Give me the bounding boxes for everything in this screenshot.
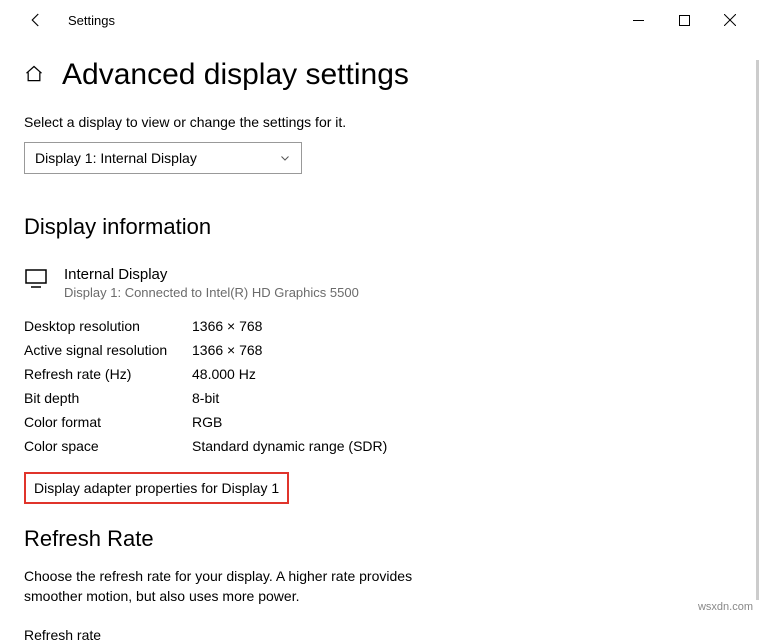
prop-row: Color formatRGB <box>24 414 737 430</box>
display-info-heading: Display information <box>24 214 737 240</box>
display-subtitle: Display 1: Connected to Intel(R) HD Grap… <box>64 285 359 300</box>
adapter-properties-link[interactable]: Display adapter properties for Display 1 <box>34 480 279 496</box>
prop-row: Bit depth8-bit <box>24 390 737 406</box>
close-icon <box>724 14 736 26</box>
selector-instruction: Select a display to view or change the s… <box>24 114 737 130</box>
prop-row: Color spaceStandard dynamic range (SDR) <box>24 438 737 454</box>
prop-label: Refresh rate (Hz) <box>24 366 192 382</box>
prop-row: Refresh rate (Hz)48.000 Hz <box>24 366 737 382</box>
close-button[interactable] <box>707 4 753 36</box>
display-selector-dropdown[interactable]: Display 1: Internal Display <box>24 142 302 174</box>
prop-label: Desktop resolution <box>24 318 192 334</box>
home-icon <box>24 64 44 84</box>
window-controls <box>615 4 753 36</box>
refresh-rate-description: Choose the refresh rate for your display… <box>24 566 454 607</box>
page-title: Advanced display settings <box>62 58 409 92</box>
refresh-rate-heading: Refresh Rate <box>24 526 737 552</box>
display-properties: Desktop resolution1366 × 768 Active sign… <box>24 318 737 454</box>
maximize-icon <box>679 15 690 26</box>
prop-value: 8-bit <box>192 390 219 406</box>
minimize-icon <box>633 15 644 26</box>
prop-label: Color space <box>24 438 192 454</box>
prop-row: Active signal resolution1366 × 768 <box>24 342 737 358</box>
back-button[interactable] <box>20 4 52 36</box>
prop-value: 1366 × 768 <box>192 342 262 358</box>
maximize-button[interactable] <box>661 4 707 36</box>
app-title: Settings <box>68 13 115 28</box>
prop-label: Active signal resolution <box>24 342 192 358</box>
display-summary: Internal Display Display 1: Connected to… <box>24 266 737 300</box>
page-header: Advanced display settings <box>0 40 761 92</box>
display-selector-value: Display 1: Internal Display <box>35 150 197 166</box>
minimize-button[interactable] <box>615 4 661 36</box>
prop-value: 1366 × 768 <box>192 318 262 334</box>
display-name: Internal Display <box>64 266 359 283</box>
refresh-rate-label: Refresh rate <box>24 627 737 643</box>
prop-value: RGB <box>192 414 222 430</box>
home-button[interactable] <box>24 64 44 87</box>
title-bar: Settings <box>0 0 761 40</box>
prop-value: 48.000 Hz <box>192 366 256 382</box>
prop-label: Bit depth <box>24 390 192 406</box>
prop-row: Desktop resolution1366 × 768 <box>24 318 737 334</box>
content-area: Select a display to view or change the s… <box>0 92 761 643</box>
prop-value: Standard dynamic range (SDR) <box>192 438 387 454</box>
arrow-left-icon <box>27 11 45 29</box>
watermark: wsxdn.com <box>698 601 753 613</box>
prop-label: Color format <box>24 414 192 430</box>
monitor-icon <box>24 266 52 300</box>
adapter-properties-highlight: Display adapter properties for Display 1 <box>24 472 289 504</box>
chevron-down-icon <box>279 152 291 164</box>
vertical-scrollbar[interactable] <box>756 60 759 600</box>
